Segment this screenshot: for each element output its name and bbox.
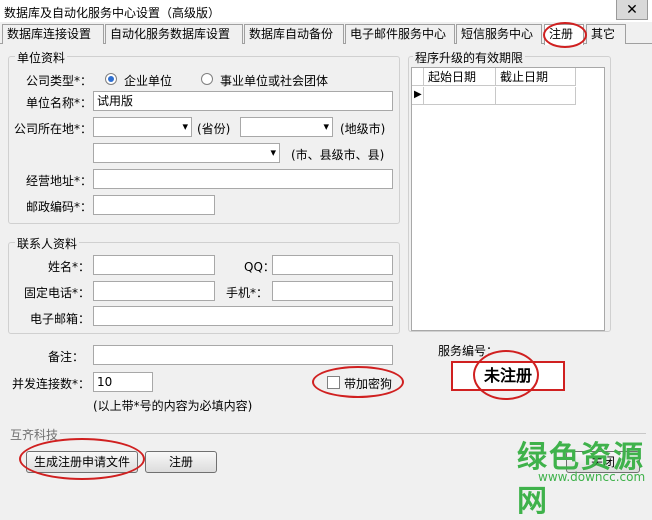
phone-label: 固定电话*：	[24, 286, 91, 300]
province-select[interactable]: ▾	[93, 117, 192, 137]
required-note: (以上带*号的内容为必填内容)	[93, 399, 253, 413]
radio-institution[interactable]	[201, 73, 213, 85]
contact-info-label: 联系人资料	[15, 235, 80, 252]
col-end-date[interactable]: 截止日期	[496, 68, 576, 86]
county-select[interactable]: ▾	[93, 143, 280, 163]
chevron-down-icon: ▾	[323, 120, 329, 133]
row-pointer-icon: ▶	[414, 89, 422, 100]
radio-enterprise-label: 企业单位	[124, 74, 173, 88]
email-input[interactable]	[93, 306, 393, 326]
tab-db-connection[interactable]: 数据库连接设置	[2, 24, 104, 44]
contact-name-input[interactable]	[93, 255, 215, 275]
dongle-label: 带加密狗	[344, 377, 393, 391]
postcode-input[interactable]	[93, 195, 215, 215]
company-name-input[interactable]: 试用版	[93, 91, 393, 111]
generate-request-button[interactable]: 生成注册申请文件	[26, 451, 138, 473]
grid-corner	[412, 68, 424, 86]
tab-strip: 数据库连接设置 自动化服务数据库设置 数据库自动备份 电子邮件服务中心 短信服务…	[0, 24, 652, 45]
row-indicator: ▶	[412, 87, 424, 105]
concurrency-input[interactable]: 10	[93, 372, 153, 392]
registration-status: 未注册	[451, 361, 565, 391]
validity-grid[interactable]: 起始日期 截止日期 ▶	[411, 67, 605, 331]
tab-automation-db[interactable]: 自动化服务数据库设置	[105, 24, 243, 44]
mobile-label: 手机*：	[226, 286, 269, 300]
address-label: 经营地址*：	[26, 174, 93, 188]
tab-db-backup[interactable]: 数据库自动备份	[244, 24, 344, 44]
grid-cell[interactable]	[424, 87, 496, 105]
validity-label: 程序升级的有效期限	[413, 49, 526, 66]
tab-other[interactable]: 其它	[586, 24, 626, 44]
tab-register[interactable]: 注册	[544, 24, 584, 45]
county-suffix: (市、县级市、县)	[291, 148, 385, 162]
location-label: 公司所在地*：	[14, 122, 93, 136]
chevron-down-icon: ▾	[270, 146, 276, 159]
col-start-date[interactable]: 起始日期	[424, 68, 496, 86]
grid-cell[interactable]	[496, 87, 576, 105]
watermark-url: www.downcc.com	[538, 470, 646, 484]
tab-email-service[interactable]: 电子邮件服务中心	[345, 24, 455, 44]
contact-name-label: 姓名*：	[48, 260, 91, 274]
radio-enterprise[interactable]	[105, 73, 117, 85]
window-close-button[interactable]: ✕	[616, 0, 648, 20]
remark-label: 备注：	[48, 350, 85, 364]
title-bar: 数据库及自动化服务中心设置（高级版） ✕	[0, 0, 652, 22]
city-suffix: (地级市)	[340, 122, 386, 136]
qq-label: QQ：	[244, 260, 275, 274]
city-select[interactable]: ▾	[240, 117, 333, 137]
settings-window: 数据库及自动化服务中心设置（高级版） ✕ 数据库连接设置 自动化服务数据库设置 …	[0, 0, 652, 519]
company-name-label: 单位名称*：	[26, 96, 93, 110]
radio-institution-label: 事业单位或社会团体	[220, 74, 329, 88]
dongle-checkbox[interactable]	[327, 376, 340, 389]
phone-input[interactable]	[93, 281, 215, 301]
province-suffix: (省份)	[197, 122, 231, 136]
concurrency-label: 并发连接数*：	[12, 377, 91, 391]
unit-info-label: 单位资料	[15, 49, 68, 66]
window-title: 数据库及自动化服务中心设置（高级版）	[4, 6, 221, 20]
email-label: 电子邮箱：	[30, 312, 91, 326]
company-type-label: 公司类型*：	[26, 74, 93, 88]
qq-input[interactable]	[272, 255, 393, 275]
mobile-input[interactable]	[272, 281, 393, 301]
address-input[interactable]	[93, 169, 393, 189]
company-brand: 互齐科技	[10, 428, 59, 442]
remark-input[interactable]	[93, 345, 393, 365]
chevron-down-icon: ▾	[182, 120, 188, 133]
postcode-label: 邮政编码*：	[26, 200, 93, 214]
tab-sms-service[interactable]: 短信服务中心	[456, 24, 542, 44]
service-number-label: 服务编号：	[438, 344, 499, 358]
register-button[interactable]: 注册	[145, 451, 217, 473]
